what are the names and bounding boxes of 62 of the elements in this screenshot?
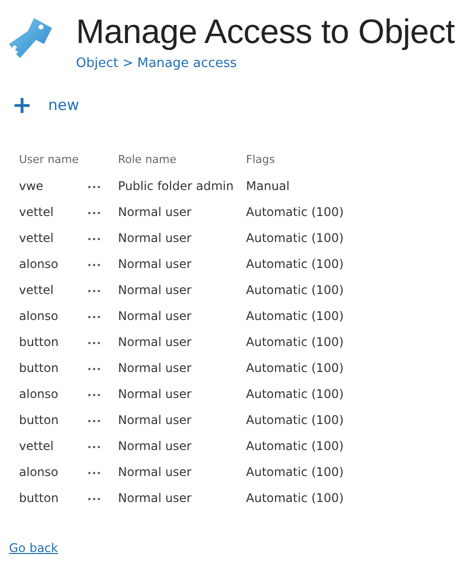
- table-cell-text: alonso: [19, 387, 60, 403]
- table-cell-text: Normal user: [118, 231, 192, 247]
- column-header: User name: [19, 153, 80, 168]
- more-button[interactable]: •••: [87, 494, 102, 506]
- table-cell-text: Public folder admin: [118, 179, 235, 195]
- go-back-link[interactable]: Go back: [9, 541, 58, 555]
- table-cell-text: alonso: [19, 309, 60, 325]
- table-cell-text: vwe: [19, 179, 44, 195]
- table-cell-text: vettel: [19, 231, 55, 247]
- page-title: Manage Access to Object: [76, 12, 455, 52]
- table-cell-text: Normal user: [118, 257, 192, 273]
- breadcrumb-link[interactable]: Manage access: [137, 56, 237, 71]
- table-cell-text: Normal user: [118, 361, 192, 377]
- more-button[interactable]: •••: [87, 338, 102, 350]
- table-cell-text: button: [19, 413, 60, 429]
- table-cell-text: Automatic (100): [246, 361, 345, 377]
- table-cell-text: Automatic (100): [246, 231, 345, 247]
- table-cell-text: alonso: [19, 257, 60, 273]
- table-cell-text: button: [19, 361, 60, 377]
- more-button[interactable]: •••: [87, 312, 102, 324]
- new-button[interactable]: new: [48, 96, 80, 114]
- more-button[interactable]: •••: [87, 260, 102, 272]
- table-cell-text: Normal user: [118, 309, 192, 325]
- table-cell-text: Normal user: [118, 205, 192, 221]
- table-cell-text: Normal user: [118, 465, 192, 481]
- table-cell-text: Manual: [246, 179, 291, 195]
- table-cell-text: Normal user: [118, 413, 192, 429]
- table-cell-text: Automatic (100): [246, 205, 345, 221]
- table-cell-text: Automatic (100): [246, 413, 345, 429]
- more-button[interactable]: •••: [87, 208, 102, 220]
- table-cell-text: alonso: [19, 465, 60, 481]
- table-cell-text: Normal user: [118, 387, 192, 403]
- table-cell-text: Normal user: [118, 439, 192, 455]
- table-cell-text: Automatic (100): [246, 439, 345, 455]
- table-cell-text: Automatic (100): [246, 283, 345, 299]
- more-button[interactable]: •••: [87, 364, 102, 376]
- table-cell-text: Automatic (100): [246, 465, 345, 481]
- table-cell-text: Automatic (100): [246, 335, 345, 351]
- table-cell-text: vettel: [19, 283, 55, 299]
- more-button[interactable]: •••: [87, 416, 102, 428]
- add-icon[interactable]: +: [12, 95, 32, 115]
- breadcrumb-link[interactable]: Object: [76, 56, 118, 71]
- table-cell-text: vettel: [19, 205, 55, 221]
- table-cell-text: Automatic (100): [246, 491, 345, 507]
- more-button[interactable]: •••: [87, 390, 102, 402]
- more-button[interactable]: •••: [87, 442, 102, 454]
- table-cell-text: Normal user: [118, 491, 192, 507]
- table-cell-text: vettel: [19, 439, 55, 455]
- column-header: Flags: [246, 153, 276, 168]
- more-button[interactable]: •••: [87, 234, 102, 246]
- more-button[interactable]: •••: [87, 286, 102, 298]
- table-cell-text: Normal user: [118, 335, 192, 351]
- table-cell-text: Normal user: [118, 283, 192, 299]
- table-cell-text: button: [19, 335, 60, 351]
- table-cell-text: Automatic (100): [246, 257, 345, 273]
- more-button[interactable]: •••: [87, 468, 102, 480]
- more-button[interactable]: •••: [87, 182, 102, 194]
- table-cell-text: button: [19, 491, 60, 507]
- table-cell-text: Automatic (100): [246, 387, 345, 403]
- column-header: Role name: [118, 153, 178, 168]
- table-cell-text: Automatic (100): [246, 309, 345, 325]
- breadcrumb-separator: >: [122, 56, 134, 71]
